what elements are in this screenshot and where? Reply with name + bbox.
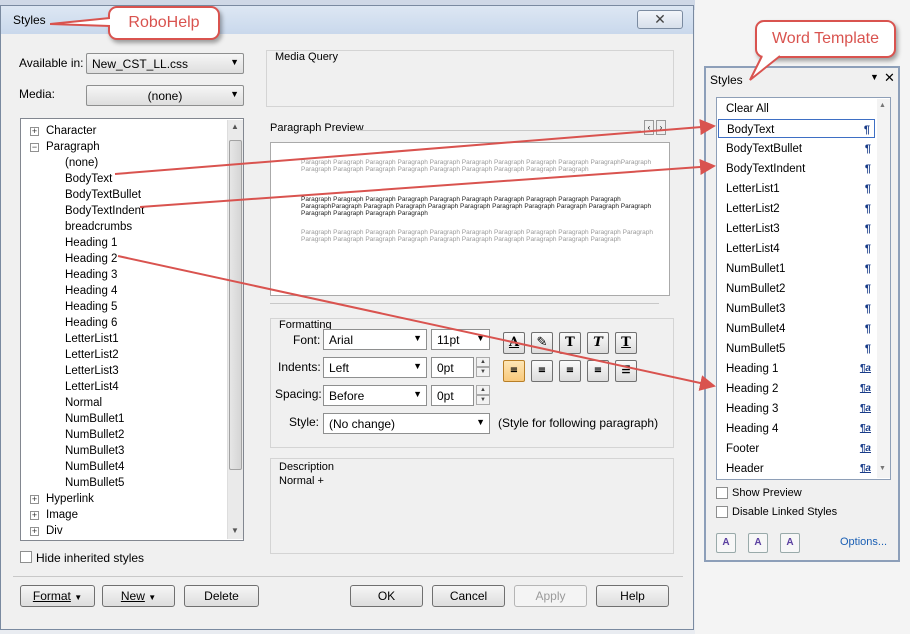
word-template-callout: Word Template (755, 20, 896, 58)
arrow-bodytextindent (139, 159, 716, 208)
robohelp-callout: RoboHelp (108, 6, 220, 40)
annotation-arrows (114, 119, 716, 391)
robohelp-callout-pointer (50, 17, 110, 27)
word-template-callout-pointer (749, 55, 781, 81)
arrow-heading2 (117, 255, 716, 391)
arrow-bodytext (114, 119, 716, 175)
